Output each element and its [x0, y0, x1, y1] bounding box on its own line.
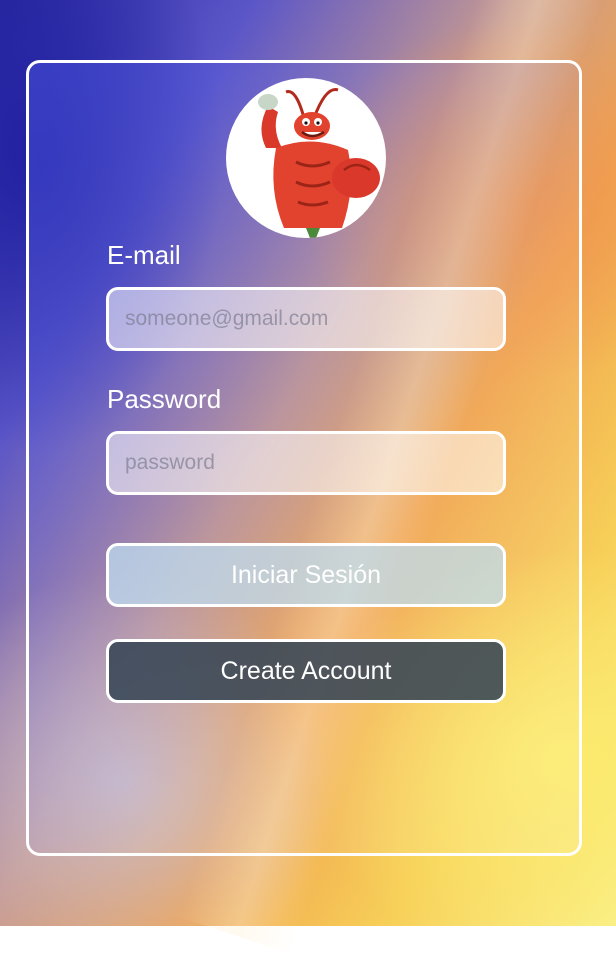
password-field[interactable] — [106, 431, 506, 495]
create-account-button[interactable]: Create Account — [106, 639, 506, 703]
email-field[interactable] — [106, 287, 506, 351]
lobster-avatar-icon — [258, 88, 380, 238]
password-label: Password — [107, 384, 222, 414]
email-label: E-mail — [107, 240, 181, 270]
login-button[interactable]: Iniciar Sesión — [106, 543, 506, 607]
avatar — [226, 78, 386, 238]
